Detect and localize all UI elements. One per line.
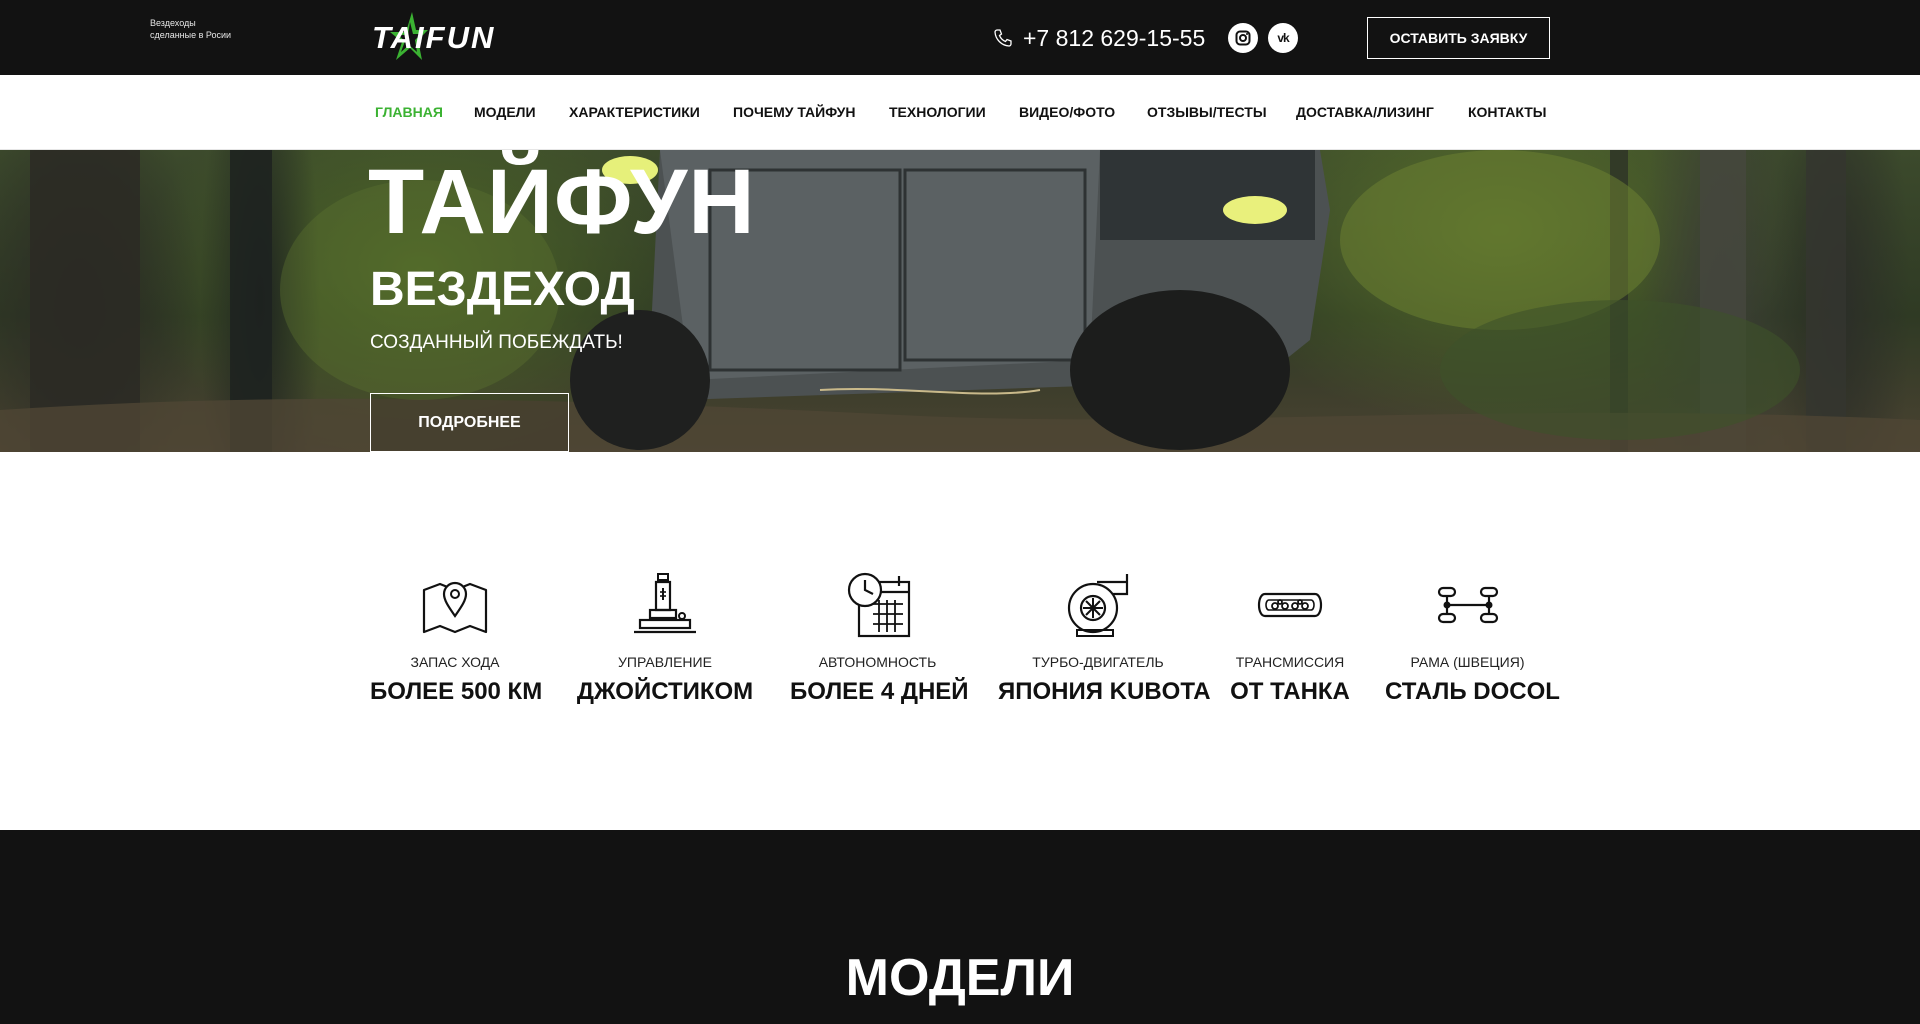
feature-label: ЗАПАС ХОДА (410, 654, 500, 670)
hero-banner: ТАЙФУН ВЕЗДЕХОД СОЗДАННЫЙ ПОБЕЖДАТЬ! ПОД… (0, 150, 1920, 452)
feature-label: ТРАНСМИССИЯ (1235, 654, 1345, 670)
frame-chassis-icon (1437, 586, 1498, 624)
calendar-clock-icon (847, 572, 910, 638)
hero-tagline: СОЗДАННЫЙ ПОБЕЖДАТЬ! (370, 332, 623, 353)
models-title: МОДЕЛИ (845, 949, 1075, 1007)
feature-engine: ТУРБО-ДВИГАТЕЛЬ ЯПОНИЯ KUBOTA (998, 570, 1211, 706)
models-section: МОДЕЛИ (0, 830, 1920, 1024)
feature-value: ЯПОНИЯ KUBOTA (998, 678, 1211, 705)
hero-title: ТАЙФУН (368, 151, 756, 253)
feature-label: РАМА (ШВЕЦИЯ) (1410, 654, 1525, 670)
feature-label: УПРАВЛЕНИЕ (618, 654, 712, 670)
feature-value: БОЛЕЕ 4 ДНЕЙ (790, 678, 969, 705)
logo-wordmark: TAIFUN (372, 20, 496, 55)
nav-item-delivery-leasing[interactable]: ДОСТАВКА/ЛИЗИНГ (1296, 104, 1434, 120)
request-button[interactable]: ОСТАВИТЬ ЗАЯВКУ (1367, 17, 1550, 59)
more-button[interactable]: ПОДРОБНЕЕ (370, 393, 569, 452)
tagline-line-1: Вездеходы (150, 18, 196, 28)
joystick-icon (634, 573, 696, 634)
nav-item-contacts[interactable]: КОНТАКТЫ (1468, 104, 1546, 120)
nav-item-why-taifun[interactable]: ПОЧЕМУ ТАЙФУН (733, 104, 855, 120)
tagline-line-2: сделанные в Росии (150, 30, 232, 40)
feature-value: БОЛЕЕ 500 КМ (370, 678, 543, 705)
feature-value: СТАЛЬ DOCOL (1385, 678, 1560, 705)
instagram-button[interactable] (1228, 23, 1258, 53)
feature-transmission: ТРАНСМИССИЯ ОТ ТАНКА (1230, 570, 1350, 706)
nav-item-video-photo[interactable]: ВИДЕО/ФОТО (1019, 104, 1115, 120)
feature-label: ТУРБО-ДВИГАТЕЛЬ (1032, 654, 1164, 670)
instagram-icon (1235, 30, 1251, 46)
top-bar: TAIFUN Вездеходы сделанные в Росии +7 81… (0, 0, 1920, 75)
nav-item-technologies[interactable]: ТЕХНОЛОГИИ (889, 104, 986, 120)
feature-frame: РАМА (ШВЕЦИЯ) СТАЛЬ DOCOL (1385, 570, 1560, 706)
feature-label: АВТОНОМНОСТЬ (818, 654, 937, 670)
phone-link[interactable]: +7 812 629-15-55 (993, 22, 1205, 54)
logo[interactable]: TAIFUN (370, 10, 495, 66)
vehicle-photo (0, 150, 1920, 452)
nav-item-home[interactable]: ГЛАВНАЯ (375, 104, 443, 120)
feature-control: УПРАВЛЕНИЕ ДЖОЙСТИКОМ (575, 570, 755, 706)
hero-subtitle: ВЕЗДЕХОД (370, 263, 635, 316)
feature-value: ОТ ТАНКА (1230, 678, 1350, 705)
nav-item-models[interactable]: МОДЕЛИ (474, 104, 536, 120)
nav-item-reviews-tests[interactable]: ОТЗЫВЫ/ТЕСТЫ (1147, 104, 1267, 120)
feature-autonomy: АВТОНОМНОСТЬ БОЛЕЕ 4 ДНЕЙ (790, 570, 969, 706)
feature-value: ДЖОЙСТИКОМ (576, 678, 754, 705)
vk-button[interactable]: vk (1268, 23, 1298, 53)
main-nav: ГЛАВНАЯ МОДЕЛИ ХАРАКТЕРИСТИКИ ПОЧЕМУ ТАЙ… (0, 75, 1920, 150)
feature-range: ЗАПАС ХОДА БОЛЕЕ 500 КМ (370, 570, 543, 706)
features-section: ЗАПАС ХОДА БОЛЕЕ 500 КМ УПРАВЛЕНИЕ ДЖОЙС… (0, 452, 1920, 830)
map-pin-icon (422, 581, 488, 634)
turbo-engine-icon (1067, 574, 1129, 637)
vk-icon: vk (1277, 31, 1289, 45)
nav-item-specs[interactable]: ХАРАКТЕРИСТИКИ (569, 104, 700, 120)
logo-tagline: Вездеходы сделанные в Росии (150, 17, 260, 41)
tank-track-icon (1257, 592, 1323, 618)
phone-icon (994, 29, 1012, 47)
phone-number: +7 812 629-15-55 (1023, 24, 1206, 51)
